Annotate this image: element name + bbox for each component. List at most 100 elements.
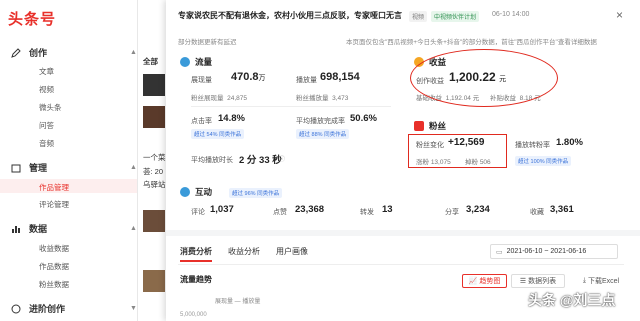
- fan-plays: 粉丝播放量 3,473: [296, 95, 349, 102]
- shares-value: 3,234: [466, 204, 490, 215]
- partner-plan-tag: 中视频伙伴计划: [431, 11, 480, 22]
- download-excel-button[interactable]: ⤓ 下载Excel: [576, 274, 626, 288]
- bg-snippet: 乌驿站: [143, 180, 166, 189]
- plays-label: 播放量: [296, 77, 317, 84]
- favorites-value: 3,361: [550, 204, 574, 215]
- sidebar-section-label: 进阶创作: [29, 304, 66, 314]
- sidebar-item-video[interactable]: 视频: [39, 84, 54, 95]
- y-axis-max: 5,000,000: [180, 312, 207, 318]
- interaction-title: 互动: [180, 186, 212, 198]
- sidebar-item-works-data[interactable]: 作品数据: [39, 261, 69, 272]
- calendar-icon: ▭: [496, 248, 503, 256]
- completion-compare-pill: 超过 88% 同类作品: [296, 129, 350, 139]
- traffic-icon: [180, 57, 190, 67]
- fans-title-label: 粉丝: [429, 121, 447, 131]
- interaction-icon: [180, 187, 190, 197]
- scope-note[interactable]: 本页面仅包含"西瓜视频+今日头条+抖音"的部分数据，前往"西瓜创作平台"查看详细…: [346, 36, 597, 46]
- chevron-up-icon: ▲: [130, 49, 137, 56]
- bg-snippet: 荟: 20: [143, 167, 164, 176]
- reposts-label: 转发: [360, 209, 374, 216]
- sidebar-section-manage[interactable]: 管理 ▲: [10, 161, 137, 174]
- divider: [191, 106, 391, 107]
- watermark: 头条 @刘三点: [528, 292, 616, 308]
- sidebar-item-income-data[interactable]: 收益数据: [39, 243, 69, 254]
- sidebar-item-micro[interactable]: 微头条: [39, 102, 62, 113]
- publish-date: 06-10 14:00: [492, 11, 530, 18]
- impressions-label: 展现量: [191, 77, 212, 84]
- bg-thumbnail[interactable]: [143, 270, 165, 292]
- sidebar-item-comments[interactable]: 评论管理: [39, 199, 69, 210]
- chart-legend: 展现量 — 播放量: [215, 299, 261, 305]
- avg-time-value: 2 分 33 秒: [239, 155, 282, 166]
- compass-icon: [10, 303, 21, 314]
- sidebar: 头条号 创作 ▲ 文章 视频 微头条 问答 音频 管理 ▲ 作品管理 评论管理 …: [0, 0, 138, 321]
- bg-thumbnail[interactable]: [143, 210, 165, 232]
- sidebar-section-create[interactable]: 创作 ▲: [10, 46, 137, 59]
- comments-value: 1,037: [210, 204, 234, 215]
- comments-label: 评论: [191, 209, 205, 216]
- tab-audience[interactable]: 用户画像: [276, 246, 308, 257]
- sidebar-item-qa[interactable]: 问答: [39, 120, 54, 131]
- interaction-compare-pill: 超过 96% 同类作品: [229, 188, 283, 198]
- traffic-title: 流量: [180, 56, 212, 68]
- bg-snippet: 一个菜: [143, 153, 166, 162]
- completion-label: 平均播放完成率: [296, 118, 345, 125]
- sidebar-section-advanced[interactable]: 进阶创作 ▼: [10, 302, 137, 315]
- avg-time-label: 平均播放时长: [191, 157, 233, 164]
- folder-icon: [10, 162, 21, 173]
- sidebar-section-label: 创作: [29, 48, 48, 58]
- bg-thumbnail[interactable]: [143, 74, 165, 96]
- brand-logo[interactable]: 头条号: [8, 8, 56, 29]
- date-range-value: 2021-06-10 ~ 2021-06-16: [506, 248, 587, 255]
- video-tag: 视频: [409, 11, 428, 22]
- income-highlight-ellipse: [410, 49, 558, 107]
- fans-highlight-box: [408, 134, 507, 168]
- sidebar-section-label: 管理: [29, 163, 48, 173]
- data-list-button[interactable]: ☰ 数据列表: [511, 274, 565, 288]
- likes-value: 23,368: [295, 204, 325, 215]
- conversion-value: 1.80%: [556, 137, 583, 148]
- delay-note: 部分数据更新有延迟: [178, 39, 237, 46]
- download-icon: ⤓: [582, 277, 586, 284]
- sidebar-item-article[interactable]: 文章: [39, 66, 54, 77]
- ctr-compare-pill: 超过 54% 同类作品: [191, 129, 245, 139]
- list-icon: ☰: [519, 278, 527, 285]
- bg-thumbnail[interactable]: [143, 106, 165, 128]
- line-chart-icon: 📈: [468, 278, 478, 285]
- fan-impressions: 粉丝展现量 24,875: [191, 95, 248, 102]
- sidebar-item-audio[interactable]: 音频: [39, 138, 54, 149]
- pen-icon: [10, 47, 21, 58]
- close-icon[interactable]: ×: [616, 8, 623, 22]
- completion-value: 50.6%: [350, 113, 377, 124]
- fans-title: 粉丝: [414, 120, 446, 132]
- fans-icon: [414, 121, 424, 131]
- chevron-up-icon: ▲: [130, 225, 137, 232]
- sidebar-item-fans-data[interactable]: 粉丝数据: [39, 279, 69, 290]
- bg-heading: 全部: [143, 57, 158, 66]
- sidebar-section-data[interactable]: 数据 ▲: [10, 222, 137, 235]
- conversion-compare-pill: 超过 100% 同类作品: [515, 156, 572, 166]
- chevron-down-icon: ▼: [130, 305, 137, 312]
- help-icon[interactable]: ⓘ: [279, 154, 285, 163]
- ctr-value: 14.8%: [218, 113, 245, 124]
- ctr-label: 点击率: [191, 118, 212, 125]
- divider: [178, 264, 624, 265]
- favorites-label: 收藏: [530, 209, 544, 216]
- trend-chart-button[interactable]: 📈 趋势图: [462, 274, 507, 288]
- reposts-value: 13: [382, 204, 393, 215]
- sidebar-item-works[interactable]: 作品管理: [39, 182, 69, 193]
- tab-active-indicator: [180, 260, 212, 262]
- plays-value: 698,154: [320, 71, 360, 83]
- tab-consumption[interactable]: 消费分析: [180, 246, 212, 257]
- tab-income[interactable]: 收益分析: [228, 246, 260, 257]
- interaction-title-label: 互动: [195, 187, 213, 197]
- panel-title: 专家说农民不配有退休金，农村小伙用三点反驳，专家哑口无言: [178, 11, 402, 20]
- likes-label: 点赞: [273, 209, 287, 216]
- chart-icon: [10, 223, 21, 234]
- date-range-picker[interactable]: ▭ 2021-06-10 ~ 2021-06-16: [490, 244, 618, 259]
- impressions-value: 470.8万: [231, 71, 266, 83]
- shares-label: 分享: [445, 209, 459, 216]
- trend-title: 流量趋势: [180, 275, 212, 284]
- sidebar-section-label: 数据: [29, 224, 48, 234]
- section-gap: [166, 230, 640, 236]
